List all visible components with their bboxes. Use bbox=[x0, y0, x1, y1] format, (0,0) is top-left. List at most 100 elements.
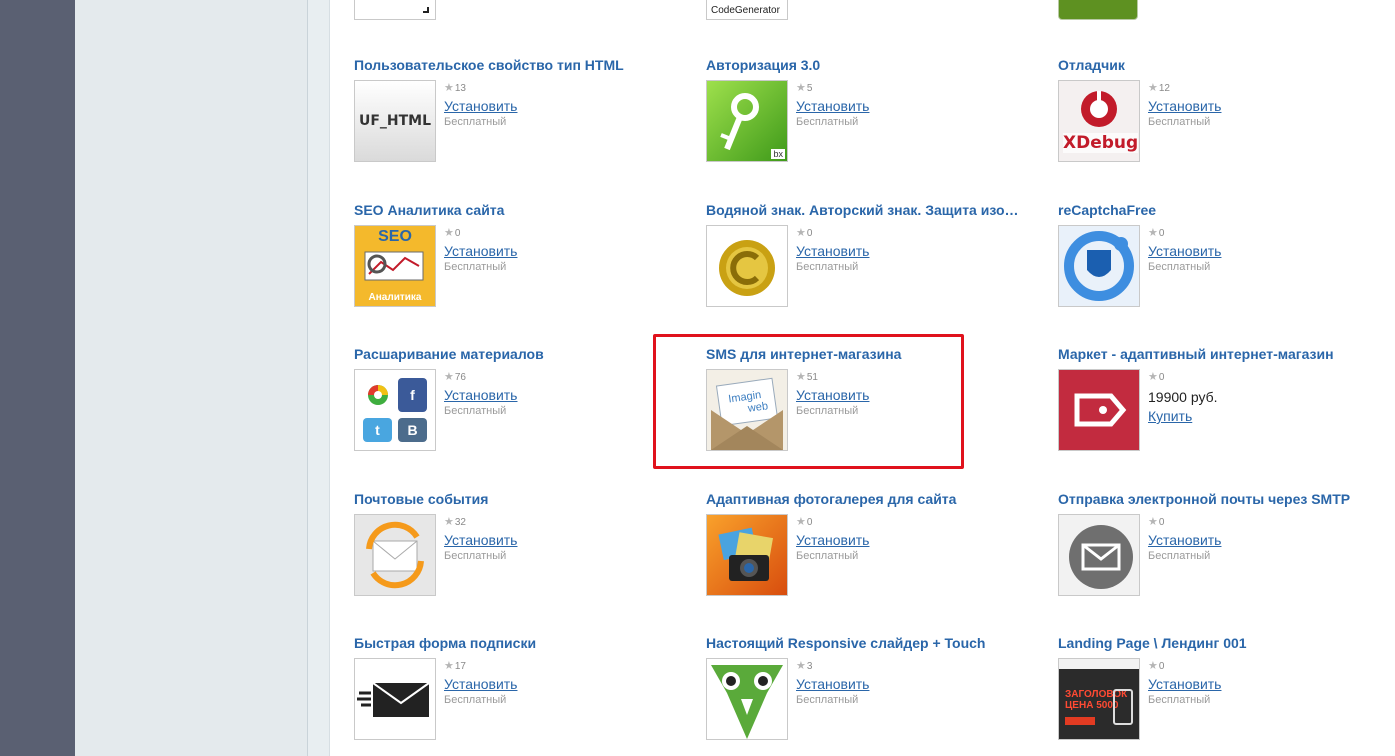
owl-icon bbox=[711, 665, 783, 739]
module-title[interactable]: Настоящий Responsive слайдер + Touch bbox=[706, 635, 1021, 651]
module-title[interactable]: Отправка электронной почты через SMTP bbox=[1058, 491, 1373, 507]
rating: ★0 bbox=[444, 226, 517, 240]
module-card: reCaptchaFree ★0 Установить Бесплатный bbox=[1058, 202, 1378, 332]
partial-module-thumb[interactable] bbox=[354, 0, 436, 20]
install-link[interactable]: Установить bbox=[1148, 532, 1221, 548]
sidebar bbox=[75, 0, 308, 756]
price-label: Бесплатный bbox=[1148, 694, 1211, 706]
seo-word: SEO bbox=[378, 228, 412, 245]
seo-subtitle: Аналитика bbox=[368, 292, 422, 303]
rating: ★0 bbox=[796, 226, 869, 240]
star-icon: ★ bbox=[444, 371, 454, 383]
price-label: Бесплатный bbox=[444, 405, 507, 417]
rating-count: 0 bbox=[806, 228, 813, 239]
rating-count: 0 bbox=[1158, 661, 1165, 672]
bitrix-logo-icon bbox=[1081, 91, 1117, 127]
partial-module-thumb[interactable]: CodeGenerator bbox=[706, 0, 788, 20]
module-title[interactable]: Адаптивная фотогалерея для сайта bbox=[706, 491, 1021, 507]
social-icons: f t B bbox=[355, 370, 435, 450]
install-link[interactable]: Установить bbox=[796, 676, 869, 692]
module-card: Адаптивная фотогалерея для сайта ★0 Уста… bbox=[706, 491, 1026, 621]
price-label: Бесплатный bbox=[1148, 550, 1211, 562]
module-thumbnail[interactable]: SEO Аналитика bbox=[354, 225, 436, 307]
price-label: Бесплатный bbox=[1148, 116, 1211, 128]
price-label: Бесплатный bbox=[1148, 261, 1211, 273]
codegen-label: CodeGenerator bbox=[711, 5, 780, 16]
rating-count: 32 bbox=[454, 517, 466, 528]
module-card: Быстрая форма подписки ★17 Установить Бе… bbox=[354, 635, 674, 756]
install-link[interactable]: Установить bbox=[444, 676, 517, 692]
rating: ★0 bbox=[796, 515, 869, 529]
price-label: Бесплатный bbox=[796, 550, 859, 562]
module-thumbnail[interactable] bbox=[354, 658, 436, 740]
star-icon: ★ bbox=[1148, 516, 1158, 528]
module-thumbnail[interactable] bbox=[1058, 514, 1140, 596]
module-title[interactable]: Быстрая форма подписки bbox=[354, 635, 669, 651]
module-title[interactable]: Почтовые события bbox=[354, 491, 669, 507]
install-link[interactable]: Установить bbox=[444, 243, 517, 259]
rating-count: 0 bbox=[454, 228, 461, 239]
rating-count: 76 bbox=[454, 372, 466, 383]
rating: ★0 bbox=[1148, 226, 1221, 240]
install-link[interactable]: Установить bbox=[444, 387, 517, 403]
mail-events-icon bbox=[355, 515, 435, 595]
module-title[interactable]: Авторизация 3.0 bbox=[706, 57, 1021, 73]
price-value: 19900 руб. bbox=[1148, 389, 1218, 405]
install-link[interactable]: Установить bbox=[1148, 98, 1221, 114]
uf-html-logo: UF_HTML bbox=[355, 81, 435, 161]
sidebar-edge bbox=[308, 0, 330, 756]
rating: ★12 bbox=[1148, 81, 1221, 95]
module-title[interactable]: Водяной знак. Авторский знак. Защита изо… bbox=[706, 202, 1021, 218]
install-link[interactable]: Установить bbox=[796, 243, 869, 259]
module-thumbnail[interactable]: UF_HTML bbox=[354, 80, 436, 162]
google-share-icon bbox=[367, 385, 388, 405]
star-icon: ★ bbox=[1148, 660, 1158, 672]
module-thumbnail[interactable] bbox=[706, 658, 788, 740]
module-thumbnail[interactable]: XDebug bbox=[1058, 80, 1140, 162]
module-thumbnail[interactable] bbox=[1058, 369, 1140, 451]
module-thumbnail[interactable] bbox=[354, 514, 436, 596]
install-link[interactable]: Установить bbox=[444, 532, 517, 548]
star-icon: ★ bbox=[796, 516, 806, 528]
module-title[interactable]: SEO Аналитика сайта bbox=[354, 202, 669, 218]
rating-count: 12 bbox=[1158, 83, 1170, 94]
module-meta: ★0 Установить Бесплатный bbox=[796, 515, 869, 563]
partial-module-thumb[interactable] bbox=[1058, 0, 1138, 20]
star-icon: ★ bbox=[444, 227, 454, 239]
install-link[interactable]: Установить bbox=[444, 98, 517, 114]
module-thumbnail[interactable]: bx bbox=[706, 80, 788, 162]
module-meta: ★12 Установить Бесплатный bbox=[1148, 81, 1221, 129]
install-link[interactable]: Установить bbox=[1148, 243, 1221, 259]
install-link[interactable]: Установить bbox=[1148, 676, 1221, 692]
subscribe-envelope-icon bbox=[355, 659, 435, 739]
module-title[interactable]: reCaptchaFree bbox=[1058, 202, 1373, 218]
highlight-box bbox=[653, 334, 964, 469]
owl-logo-icon bbox=[707, 659, 787, 739]
install-link[interactable]: Установить bbox=[796, 532, 869, 548]
star-icon: ★ bbox=[444, 82, 454, 94]
module-meta: ★0 Установить Бесплатный bbox=[1148, 515, 1221, 563]
module-thumbnail[interactable]: ЗАГОЛОВОК ЦЕНА 5000 bbox=[1058, 658, 1140, 740]
star-icon: ★ bbox=[796, 82, 806, 94]
module-meta: ★13 Установить Бесплатный bbox=[444, 81, 517, 129]
module-title[interactable]: Landing Page \ Лендинг 001 bbox=[1058, 635, 1373, 651]
module-card: Авторизация 3.0 bx ★5 Установить Бесплат… bbox=[706, 57, 1026, 187]
twitter-icon: t bbox=[363, 418, 392, 442]
module-thumbnail[interactable]: f t B bbox=[354, 369, 436, 451]
module-thumbnail[interactable] bbox=[706, 514, 788, 596]
buy-link[interactable]: Купить bbox=[1148, 408, 1218, 424]
module-title[interactable]: Расшаривание материалов bbox=[354, 346, 669, 362]
key-icon: bx bbox=[707, 81, 787, 161]
rating-count: 0 bbox=[806, 517, 813, 528]
rating: ★0 bbox=[1148, 370, 1218, 384]
rating: ★13 bbox=[444, 81, 517, 95]
star-icon: ★ bbox=[1148, 82, 1158, 94]
module-title[interactable]: Отладчик bbox=[1058, 57, 1373, 73]
module-title[interactable]: Маркет - адаптивный интернет-магазин bbox=[1058, 346, 1373, 362]
install-link[interactable]: Установить bbox=[796, 98, 869, 114]
module-title[interactable]: Пользовательское свойство тип HTML bbox=[354, 57, 669, 73]
xdebug-label: XDebug bbox=[1063, 133, 1139, 153]
module-thumbnail[interactable] bbox=[1058, 225, 1140, 307]
rating-count: 0 bbox=[1158, 517, 1165, 528]
module-thumbnail[interactable] bbox=[706, 225, 788, 307]
